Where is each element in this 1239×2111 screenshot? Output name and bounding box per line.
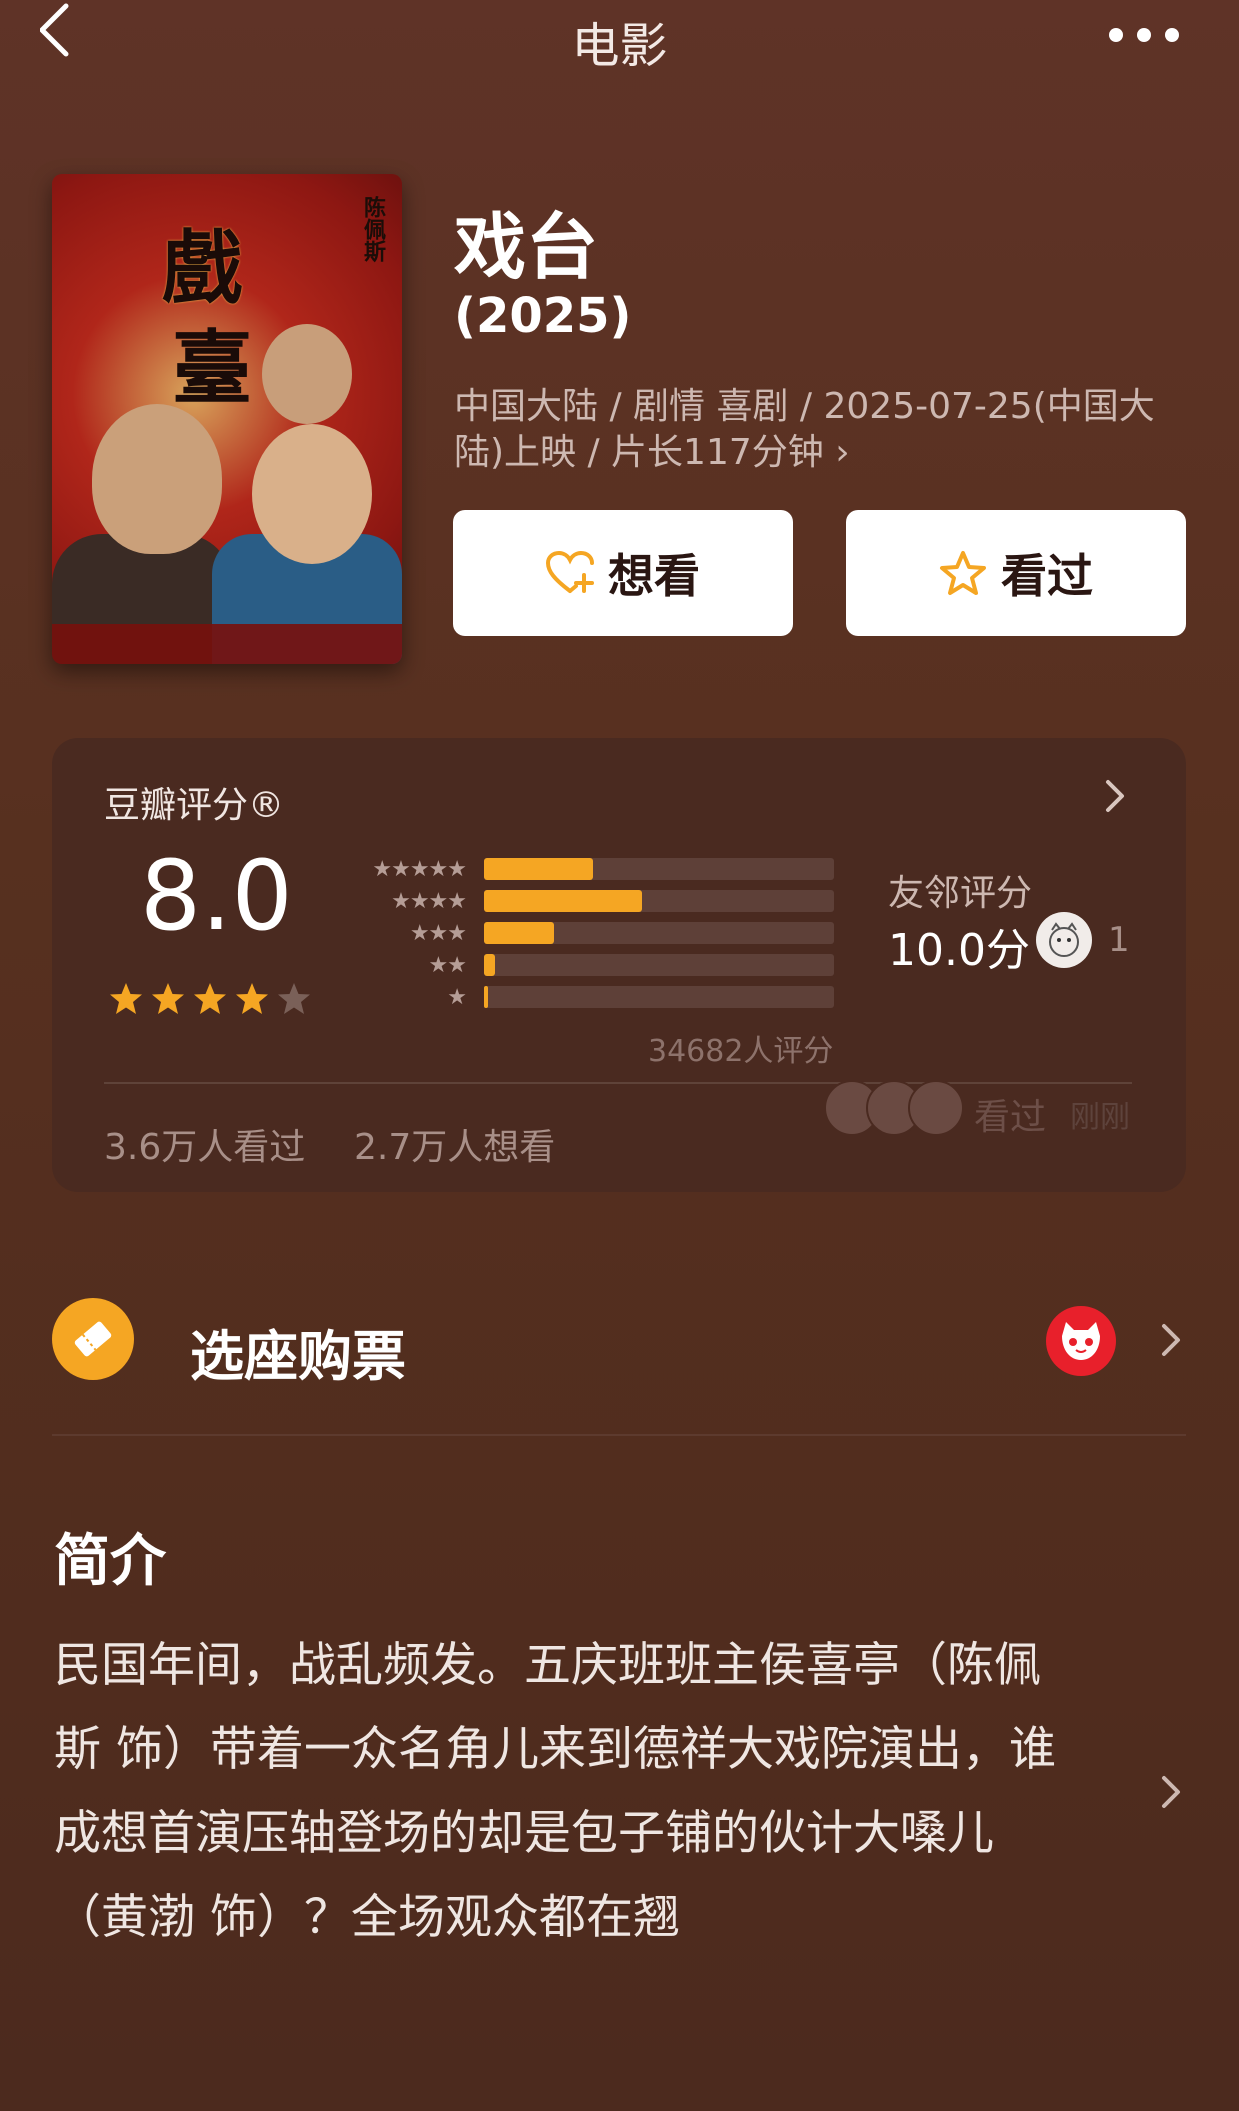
activity-time: 刚刚 — [1070, 1100, 1130, 1135]
bar-star-label: ★★★★ — [391, 888, 467, 914]
poster-title-char: 臺 — [172, 321, 252, 415]
rating-star-icon — [110, 983, 142, 1014]
divider — [52, 1434, 1186, 1436]
star-outline-icon — [940, 551, 986, 595]
rating-bar-fill — [484, 890, 642, 912]
intro-heading: 简介 — [54, 1529, 166, 1594]
rating-bar-fill — [484, 986, 488, 1008]
ticket-glyph-icon — [74, 1321, 112, 1357]
activity-avatars — [824, 1080, 964, 1136]
bar-star-label: ★★ — [428, 952, 467, 978]
rating-bar-track — [484, 922, 834, 944]
rating-bar-track — [484, 954, 834, 976]
dot-icon — [1137, 28, 1151, 42]
movie-title: 戏台 — [454, 205, 599, 289]
rating-bar-row: ★★★ — [340, 920, 834, 946]
cat-avatar-icon — [1049, 922, 1079, 957]
intro-text[interactable]: 民国年间，战乱频发。五庆班班主侯喜亭（陈佩斯 饰）带着一众名角儿来到德祥大戏院演… — [54, 1624, 1084, 1960]
cat-logo-icon — [1062, 1322, 1100, 1360]
seen-count[interactable]: 3.6万人看过 — [104, 1118, 305, 1170]
avatar — [908, 1080, 964, 1136]
watched-button[interactable]: 看过 — [846, 510, 1186, 636]
friend-rating-score: 10.0分 — [888, 925, 1030, 976]
poster-side-text: 陈佩斯 — [360, 196, 385, 262]
rating-star-icon — [236, 983, 268, 1014]
want-to-watch-button[interactable]: 想看 — [453, 510, 793, 636]
rating-bar-row: ★ — [340, 984, 834, 1010]
bar-star-label: ★ — [447, 984, 467, 1010]
divider — [104, 1082, 1132, 1084]
chevron-right-icon — [1162, 1324, 1180, 1356]
more-button[interactable] — [1109, 28, 1179, 42]
avatar[interactable] — [1036, 912, 1092, 968]
movie-meta-link[interactable]: 中国大陆 / 剧情 喜剧 / 2025-07-25(中国大陆)上映 / 片长11… — [454, 384, 1184, 476]
ticket-arrow-button[interactable] — [1156, 1320, 1186, 1364]
dot-icon — [1165, 28, 1179, 42]
rating-star-icon — [152, 983, 184, 1014]
maoyan-logo-icon — [1046, 1306, 1116, 1376]
rating-bar-track — [484, 890, 834, 912]
rating-bar-fill — [484, 858, 593, 880]
rating-star-icon — [278, 983, 310, 1014]
bar-star-label: ★★★ — [409, 920, 467, 946]
poster-footer — [52, 624, 402, 664]
ticket-icon — [52, 1298, 134, 1380]
rating-stars — [108, 982, 312, 1016]
chevron-right-icon — [1106, 780, 1124, 812]
seen-label: 看过 — [1001, 549, 1093, 603]
rating-count: 34682人评分 — [648, 1034, 834, 1069]
want-label: 想看 — [608, 549, 700, 603]
chevron-right-icon — [1162, 1776, 1180, 1808]
heart-plus-icon — [546, 551, 594, 593]
want-count[interactable]: 2.7万人想看 — [354, 1118, 555, 1170]
rating-bar-track — [484, 858, 834, 880]
rating-label: 豆瓣评分® — [104, 785, 285, 826]
page-title: 电影 — [571, 18, 668, 74]
dot-icon — [1109, 28, 1123, 42]
intro-expand-button[interactable] — [1156, 1772, 1186, 1816]
buy-ticket-link[interactable]: 选座购票 — [190, 1312, 406, 1391]
poster-face — [262, 324, 352, 424]
activity-text: 看过 — [974, 1097, 1047, 1138]
rating-bar-fill — [484, 922, 554, 944]
rating-bar-row: ★★ — [340, 952, 834, 978]
friend-rating-label: 友邻评分 — [888, 873, 1033, 914]
rating-bar-track — [484, 986, 834, 1008]
poster-face — [92, 404, 222, 554]
rating-score: 8.0 — [140, 840, 293, 952]
friend-count: 1 — [1108, 920, 1130, 960]
rating-bar-row: ★★★★★ — [340, 856, 834, 882]
poster-title-char: 戲 — [162, 221, 242, 315]
rating-bar-fill — [484, 954, 495, 976]
movie-year: (2025) — [454, 288, 632, 344]
rating-star-icon — [194, 983, 226, 1014]
bar-star-label: ★★★★★ — [372, 856, 467, 882]
poster-face — [252, 424, 372, 564]
rating-detail-button[interactable] — [1100, 776, 1130, 820]
movie-poster[interactable]: 戲 臺 陈佩斯 — [52, 174, 402, 664]
rating-bar-row: ★★★★ — [340, 888, 834, 914]
